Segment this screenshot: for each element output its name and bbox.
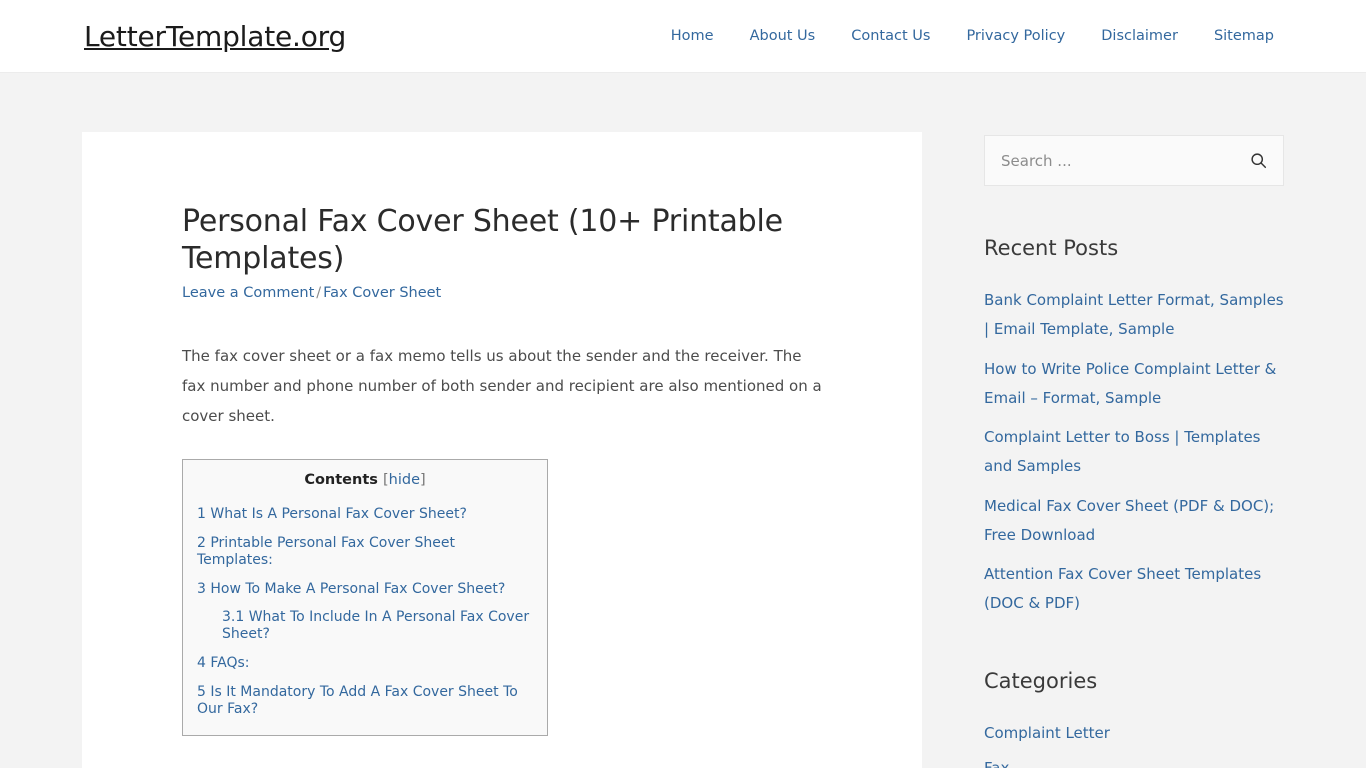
category-link-fax[interactable]: Fax <box>984 759 1009 768</box>
list-item: How to Write Police Complaint Letter & E… <box>984 355 1284 414</box>
recent-posts-title: Recent Posts <box>984 236 1119 260</box>
search-input[interactable] <box>999 136 1247 185</box>
categories-title: Categories <box>984 668 1098 693</box>
page-wrapper: Personal Fax Cover Sheet (10+ Printable … <box>0 73 1366 768</box>
toc-link-3-1[interactable]: 3.1 What To Include In A Personal Fax Co… <box>222 609 529 642</box>
intro-paragraph: The fax cover sheet or a fax memo tells … <box>182 347 822 426</box>
recent-post-link-5[interactable]: Attention Fax Cover Sheet Templates (DOC… <box>984 565 1261 612</box>
entry-meta: Leave a Comment / Fax Cover Sheet <box>182 285 822 301</box>
page-title: Personal Fax Cover Sheet (10+ Printable … <box>182 204 783 276</box>
toc-item: 4 FAQs: <box>197 655 533 672</box>
toc-item-sub: 3.1 What To Include In A Personal Fax Co… <box>197 609 533 643</box>
site-title-logo[interactable]: LetterTemplate.org <box>84 20 346 53</box>
nav-item-about-us[interactable]: About Us <box>750 28 816 44</box>
nav-item-privacy-policy[interactable]: Privacy Policy <box>966 28 1065 44</box>
category-link-complaint-letter[interactable]: Complaint Letter <box>984 724 1110 742</box>
article-content-card: Personal Fax Cover Sheet (10+ Printable … <box>82 132 922 768</box>
toc-toggle-wrapper: [hide] <box>383 472 426 488</box>
categories-widget: Categories Complaint Letter Fax <box>984 669 1284 768</box>
recent-post-link-3[interactable]: Complaint Letter to Boss | Templates and… <box>984 428 1261 475</box>
recent-post-link-1[interactable]: Bank Complaint Letter Format, Samples | … <box>984 291 1284 338</box>
category-link[interactable]: Fax Cover Sheet <box>323 285 441 301</box>
list-item: Medical Fax Cover Sheet (PDF & DOC); Fre… <box>984 492 1284 551</box>
search-submit-button[interactable] <box>1247 150 1269 172</box>
toc-title-label: Contents <box>304 472 378 489</box>
toc-heading: Contents [hide] <box>197 472 533 488</box>
nav-item-contact-us[interactable]: Contact Us <box>851 28 930 44</box>
search-icon <box>1250 153 1266 169</box>
search-form <box>984 135 1284 186</box>
toc-bracket-close: ] <box>419 472 426 489</box>
sidebar: Recent Posts Bank Complaint Letter Forma… <box>984 132 1284 768</box>
list-item: Complaint Letter to Boss | Templates and… <box>984 423 1284 482</box>
recent-posts-list: Bank Complaint Letter Format, Samples | … <box>984 286 1284 619</box>
main-navigation: Home About Us Contact Us Privacy Policy … <box>671 28 1282 44</box>
table-of-contents: Contents [hide] 1 What Is A Personal Fax… <box>182 459 548 737</box>
toc-link-2[interactable]: 2 Printable Personal Fax Cover Sheet Tem… <box>197 535 455 568</box>
leave-a-comment-link[interactable]: Leave a Comment <box>182 285 314 301</box>
toc-item: 1 What Is A Personal Fax Cover Sheet? <box>197 506 533 523</box>
meta-separator: / <box>316 285 322 302</box>
toc-link-1[interactable]: 1 What Is A Personal Fax Cover Sheet? <box>197 506 467 522</box>
categories-list: Complaint Letter Fax <box>984 719 1284 768</box>
toc-link-3[interactable]: 3 How To Make A Personal Fax Cover Sheet… <box>197 581 505 597</box>
toc-link-5[interactable]: 5 Is It Mandatory To Add A Fax Cover She… <box>197 684 518 717</box>
list-item: Complaint Letter <box>984 719 1284 748</box>
recent-posts-widget: Recent Posts Bank Complaint Letter Forma… <box>984 236 1284 619</box>
recent-post-link-4[interactable]: Medical Fax Cover Sheet (PDF & DOC); Fre… <box>984 497 1274 544</box>
toc-item: 3 How To Make A Personal Fax Cover Sheet… <box>197 581 533 598</box>
list-item: Fax <box>984 754 1284 768</box>
list-item: Bank Complaint Letter Format, Samples | … <box>984 286 1284 345</box>
site-header: LetterTemplate.org Home About Us Contact… <box>0 0 1366 73</box>
nav-item-sitemap[interactable]: Sitemap <box>1214 28 1274 44</box>
toc-link-4[interactable]: 4 FAQs: <box>197 655 250 671</box>
toc-hide-link[interactable]: hide <box>389 472 420 488</box>
recent-post-link-2[interactable]: How to Write Police Complaint Letter & E… <box>984 360 1276 407</box>
nav-item-disclaimer[interactable]: Disclaimer <box>1101 28 1178 44</box>
toc-item: 2 Printable Personal Fax Cover Sheet Tem… <box>197 535 533 569</box>
toc-list: 1 What Is A Personal Fax Cover Sheet? 2 … <box>197 506 533 717</box>
toc-item: 5 Is It Mandatory To Add A Fax Cover She… <box>197 684 533 718</box>
list-item: Attention Fax Cover Sheet Templates (DOC… <box>984 560 1284 619</box>
nav-item-home[interactable]: Home <box>671 28 714 44</box>
